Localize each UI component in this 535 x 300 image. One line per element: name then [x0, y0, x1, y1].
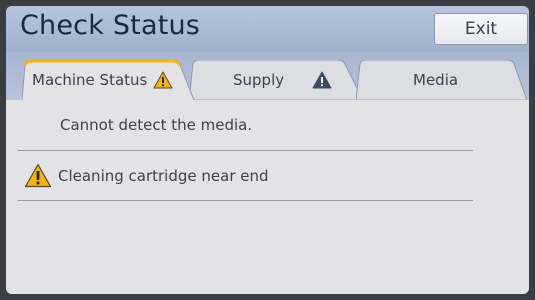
tab-supply[interactable]: Supply — [189, 60, 363, 100]
exit-button[interactable]: Exit — [434, 13, 528, 45]
tab-supply-label: Supply — [233, 71, 285, 89]
tab-media[interactable]: Media — [356, 60, 527, 100]
list-item: Cannot detect the media. — [18, 100, 473, 151]
list-item: Cleaning cartridge near end — [18, 151, 473, 201]
check-status-screen: Check Status Exit Supply Media Machine S… — [6, 6, 529, 294]
message-text: Cleaning cartridge near end — [58, 166, 269, 185]
warning-triangle-icon — [24, 163, 52, 188]
header-bar: Check Status Exit — [6, 6, 529, 52]
supply-warning-icon — [312, 71, 332, 89]
machine-status-warning-icon — [153, 71, 173, 89]
tab-media-label: Media — [413, 71, 459, 89]
message-text: Cannot detect the media. — [60, 116, 253, 134]
tab-machine-status-label: Machine Status — [32, 71, 148, 89]
status-message-list: Cannot detect the media. Cleaning cartri… — [6, 100, 529, 294]
tab-machine-status[interactable]: Machine Status — [22, 60, 194, 100]
page-title: Check Status — [20, 10, 201, 41]
tab-bar: Supply Media Machine Status — [6, 52, 529, 100]
